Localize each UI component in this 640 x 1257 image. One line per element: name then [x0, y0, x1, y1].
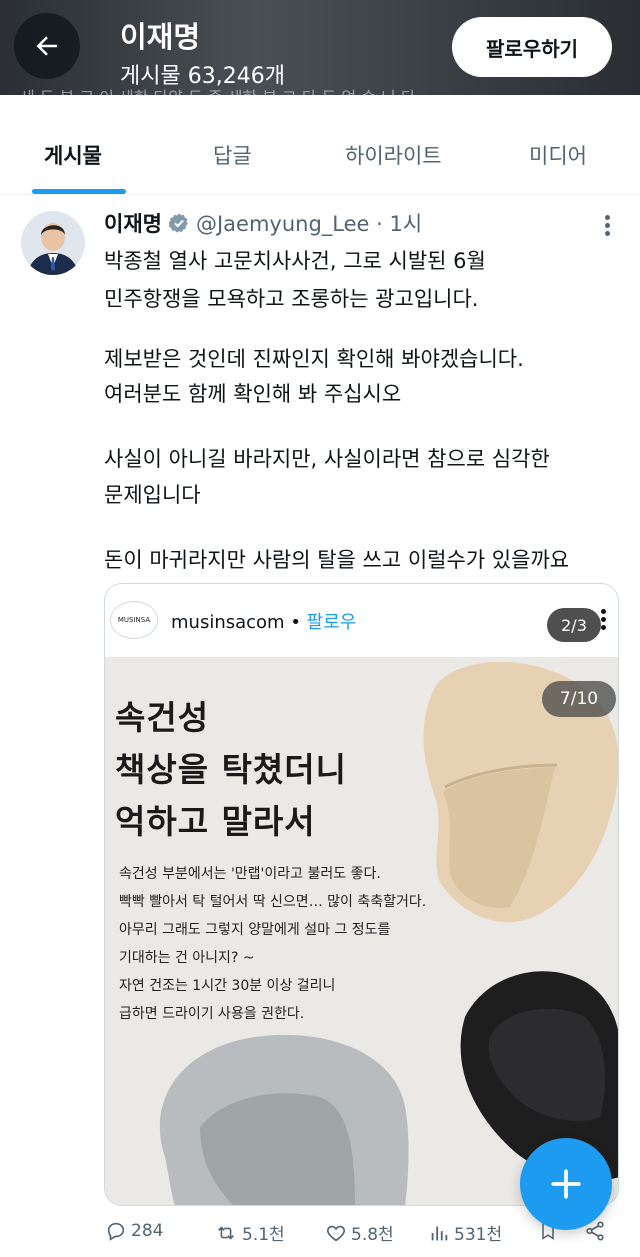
avatar[interactable]: [21, 211, 85, 275]
tweet-text-line: 사실이 아니길 바라지만, 사실이라면 참으로 심각한: [104, 447, 550, 471]
tab-media[interactable]: 미디어: [529, 140, 587, 170]
profile-title: 이재명: [120, 20, 201, 54]
ad-body-line: 기대하는 건 아니지? ~: [119, 950, 255, 966]
embed-header: MUSINSA musinsacom • 팔로우 2/3: [105, 584, 618, 657]
tweet-text-line: 제보받은 것인데 진짜인지 확인해 봐야겠습니다.: [104, 347, 524, 371]
ad-image: 7/10 속건성 책상을 탁쳤더니 억하고 말라서 속건성 부분에서는 '만랩'…: [105, 657, 618, 1205]
profile-header: 세 두 분 고 이 세한 다양 두 중 세한 분 그 다 두 없 습 니 다 이…: [0, 0, 640, 95]
ad-headline-line: 책상을 탁쳤더니: [115, 750, 348, 789]
tab-replies[interactable]: 답글: [213, 140, 252, 170]
author-handle: @Jaemyung_Lee · 1시: [195, 212, 423, 236]
views-count: 531천: [454, 1225, 503, 1245]
reply-icon: [107, 1222, 125, 1241]
ad-body-line: 급하면 드라이기 사용을 권한다.: [119, 1006, 305, 1022]
tweet-text-line: 민주항쟁을 모욕하고 조롱하는 광고입니다.: [104, 287, 479, 311]
ad-body-line: 빡빡 빨아서 탁 털어서 딱 신으면… 많이 축축할거다.: [119, 894, 427, 910]
like-button[interactable]: 5.8천: [325, 1220, 394, 1245]
brand-logo: MUSINSA: [110, 601, 158, 639]
ad-body-line: 속건성 부분에서는 '만랩'이라고 불러도 좋다.: [119, 866, 381, 882]
back-button[interactable]: [14, 13, 80, 79]
embed-dot: •: [290, 612, 307, 633]
embed-account: musinsacom • 팔로우: [171, 608, 356, 634]
post-count: 게시물 63,246개: [120, 64, 285, 89]
like-count: 5.8천: [351, 1225, 394, 1245]
embed-more-icon: [598, 606, 608, 638]
verified-badge-icon: [168, 213, 188, 233]
tweet-text-line: 박종철 열사 고문치사사건, 그로 시발된 6월: [104, 249, 486, 273]
profile-tabs: 게시물 답글 하이라이트 미디어: [0, 115, 640, 195]
ad-body-line: 자연 건조는 1시간 30분 이상 걸리니: [119, 978, 336, 994]
repost-icon: [218, 1225, 234, 1240]
embed-follow-label: 팔로우: [306, 612, 357, 633]
image-count-badge: 2/3: [547, 608, 601, 642]
compose-button[interactable]: [520, 1138, 612, 1230]
tweet-text-line: 문제입니다: [104, 483, 201, 507]
reply-button[interactable]: 284: [105, 1220, 163, 1242]
repost-count: 5.1천: [242, 1225, 285, 1245]
ad-headline-line: 속건성: [115, 698, 210, 737]
embedded-post-image[interactable]: MUSINSA musinsacom • 팔로우 2/3 7/10 속건성 책상…: [104, 583, 619, 1206]
plus-icon: [551, 1169, 581, 1199]
tweet-text-line: 돈이 마귀라지만 사람의 탈을 쓰고 이럴수가 있을까요: [104, 548, 570, 572]
image-page-badge: 7/10: [542, 681, 616, 717]
tweet-author: 이재명 @Jaemyung_Lee · 1시: [104, 208, 422, 238]
reply-count: 284: [131, 1221, 164, 1241]
heart-icon: [327, 1225, 345, 1241]
views-button[interactable]: 531천: [428, 1220, 502, 1245]
ad-headline-line: 억하고 말라서: [115, 802, 316, 841]
embed-account-name: musinsacom: [171, 612, 285, 633]
ad-body-line: 아무리 그래도 그렇지 양말에게 설마 그 정도를: [119, 922, 391, 938]
views-chart-icon: [431, 1226, 448, 1240]
tab-highlights[interactable]: 하이라이트: [345, 140, 442, 170]
repost-button[interactable]: 5.1천: [214, 1220, 285, 1245]
tweet-text-line: 여러분도 함께 확인해 봐 주십시오: [104, 382, 402, 406]
more-options-icon[interactable]: [598, 212, 616, 240]
follow-button[interactable]: 팔로우하기: [452, 17, 612, 77]
tab-posts[interactable]: 게시물: [44, 140, 102, 170]
author-name[interactable]: 이재명: [104, 208, 162, 238]
back-arrow-icon: [36, 36, 57, 56]
active-tab-indicator: [32, 189, 126, 194]
